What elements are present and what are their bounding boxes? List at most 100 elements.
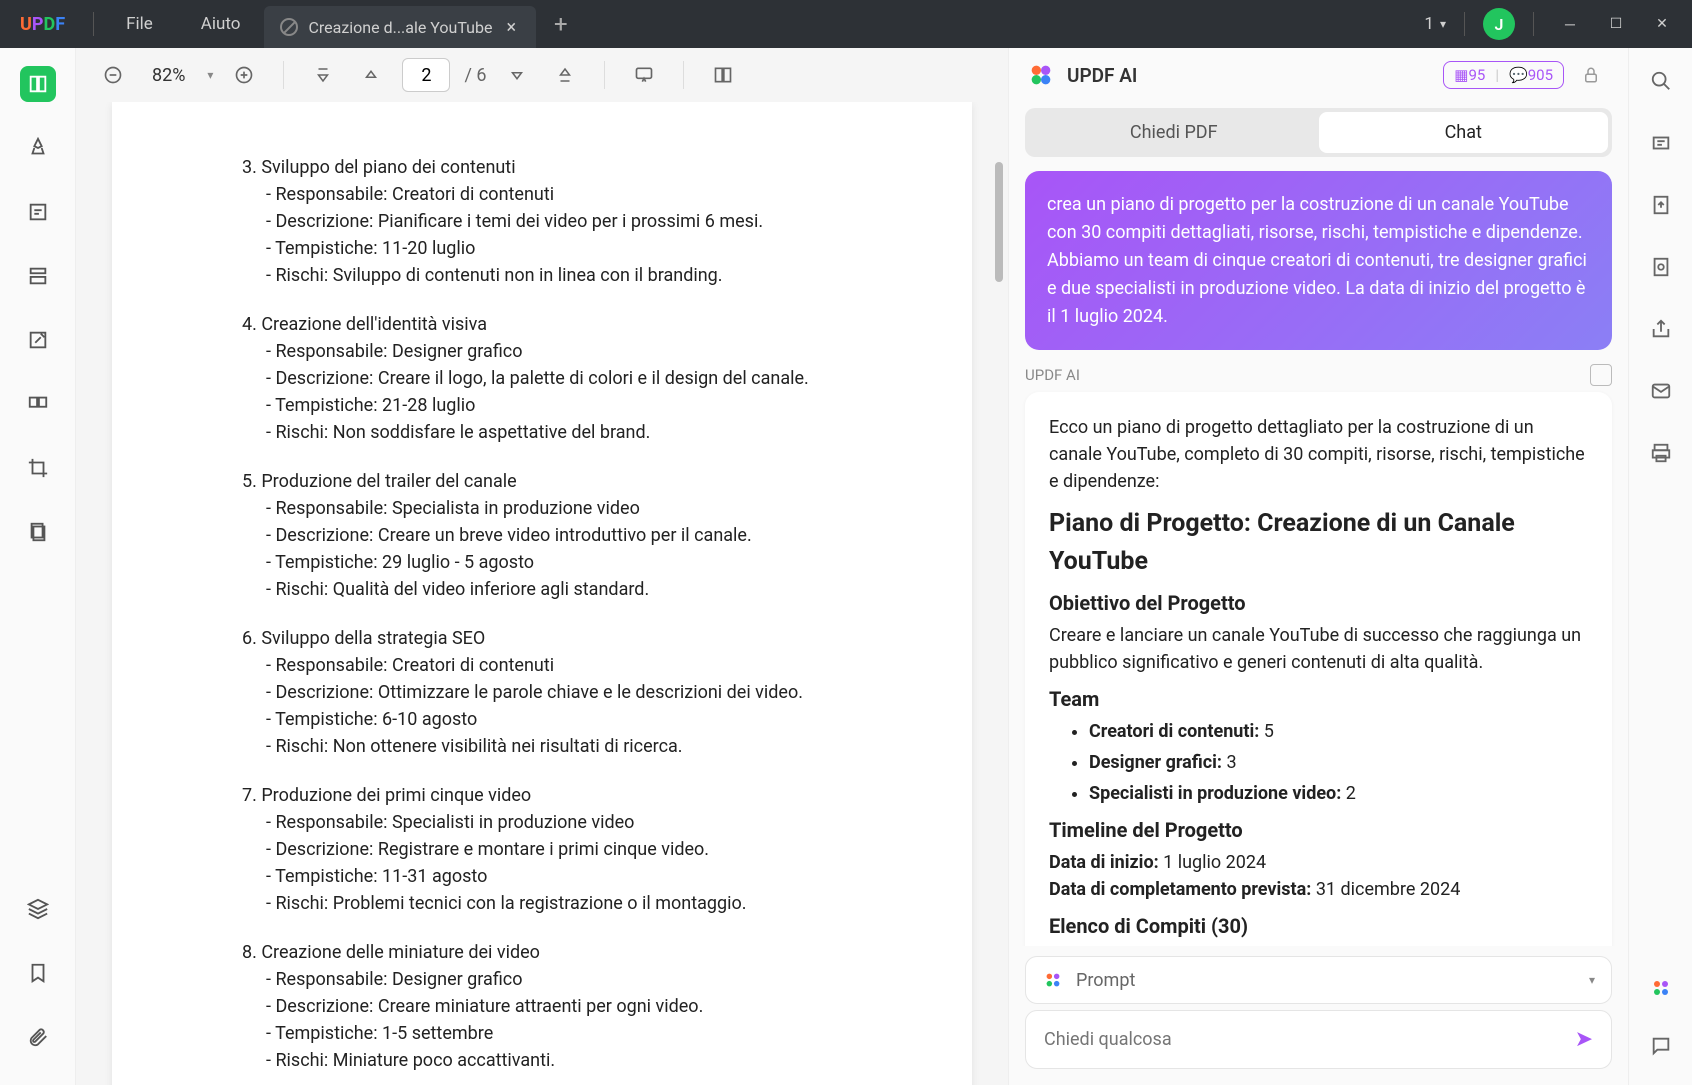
maximize-button[interactable]: ☐	[1598, 6, 1634, 42]
task-line: - Responsabile: Designer grafico	[266, 966, 922, 993]
document-area: 82% ▾ / 6 3. Sviluppo del piano dei cont…	[76, 48, 1008, 1085]
right-sidebar	[1628, 48, 1692, 1085]
ai-panel: UPDF AI ▦95 | 💬905 Chiedi PDF Chat crea …	[1008, 48, 1628, 1085]
print-icon[interactable]	[1646, 438, 1676, 468]
next-page-icon[interactable]	[500, 58, 534, 92]
ai-tl-start: Data di inizio: 1 luglio 2024	[1049, 849, 1588, 876]
task-line: - Tempistiche: 11-31 agosto	[266, 863, 922, 890]
document-viewport[interactable]: 3. Sviluppo del piano dei contenuti- Res…	[76, 102, 1008, 1085]
task-line: - Responsabile: Creatori di contenuti	[266, 652, 922, 679]
task-line: - Rischi: Miniature poco accattivanti.	[266, 1047, 922, 1074]
task-line: - Responsabile: Creatori di contenuti	[266, 181, 922, 208]
ai-tl-end: Data di completamento prevista: 31 dicem…	[1049, 876, 1588, 903]
zoom-in-icon[interactable]	[227, 58, 261, 92]
updf-ai-logo-icon	[1027, 61, 1055, 89]
window-count[interactable]: 1▾	[1424, 14, 1446, 34]
crop-icon[interactable]	[20, 450, 56, 486]
chat-scroll[interactable]: crea un piano di progetto per la costruz…	[1009, 163, 1628, 946]
user-message: crea un piano di progetto per la costruz…	[1025, 171, 1612, 350]
zoom-dropdown-icon[interactable]: ▾	[207, 68, 213, 82]
page-total: / 6	[464, 65, 486, 86]
ai-h2: Piano di Progetto: Creazione di un Canal…	[1049, 505, 1588, 580]
close-button[interactable]: ✕	[1644, 6, 1680, 42]
divider	[1533, 12, 1534, 36]
menu-file[interactable]: File	[102, 14, 177, 34]
pdf-page: 3. Sviluppo del piano dei contenuti- Res…	[112, 102, 972, 1085]
prev-page-icon[interactable]	[354, 58, 388, 92]
chat-input[interactable]	[1044, 1029, 1575, 1050]
ai-toggle-icon[interactable]	[1646, 973, 1676, 1003]
team-item: Specialisti in produzione video: 2	[1089, 780, 1588, 807]
convert-icon[interactable]	[1646, 190, 1676, 220]
divider	[1464, 12, 1465, 36]
bookmark-icon[interactable]	[20, 955, 56, 991]
page-input[interactable]	[402, 58, 450, 92]
ai-title: UPDF AI	[1067, 64, 1137, 87]
prompt-selector[interactable]: Prompt ▾	[1025, 956, 1612, 1004]
menu-help[interactable]: Aiuto	[177, 14, 265, 34]
ai-obj-p: Creare e lanciare un canale YouTube di s…	[1049, 622, 1588, 676]
task-title: 3. Sviluppo del piano dei contenuti	[242, 154, 922, 181]
copy-icon[interactable]	[1590, 364, 1612, 386]
page-layout-icon[interactable]	[706, 58, 740, 92]
ai-tasks-h: Elenco di Compiti (30)	[1049, 911, 1588, 941]
compress-icon[interactable]	[20, 514, 56, 550]
task-title: 5. Produzione del trailer del canale	[242, 468, 922, 495]
zoom-out-icon[interactable]	[96, 58, 130, 92]
task-line: - Rischi: Non ottenere visibilità nei ri…	[266, 733, 922, 760]
toolbar: 82% ▾ / 6	[76, 48, 1008, 102]
last-page-icon[interactable]	[548, 58, 582, 92]
ai-intro: Ecco un piano di progetto dettagliato pe…	[1049, 414, 1588, 495]
task-line: - Rischi: Qualità del video inferiore ag…	[266, 576, 922, 603]
search-icon[interactable]	[1646, 66, 1676, 96]
task-title: 8. Creazione delle miniature dei video	[242, 939, 922, 966]
left-sidebar	[0, 48, 76, 1085]
first-page-icon[interactable]	[306, 58, 340, 92]
add-tab-button[interactable]: +	[536, 10, 586, 38]
presentation-icon[interactable]	[627, 58, 661, 92]
tab-doc-icon	[280, 18, 298, 36]
prompt-logo-icon	[1042, 969, 1064, 991]
edit-text-icon[interactable]	[20, 194, 56, 230]
task-line: - Rischi: Problemi tecnici con la regist…	[266, 890, 922, 917]
task-title: 4. Creazione dell'identità visiva	[242, 311, 922, 338]
task-line: - Descrizione: Creare il logo, la palett…	[266, 365, 922, 392]
task-line: - Descrizione: Creare un breve video int…	[266, 522, 922, 549]
form-icon[interactable]	[20, 258, 56, 294]
send-button[interactable]: ➤	[1575, 1027, 1593, 1052]
reader-mode-icon[interactable]	[20, 66, 56, 102]
highlight-icon[interactable]	[20, 130, 56, 166]
task-line: - Rischi: Non soddisfare le aspettative …	[266, 419, 922, 446]
tab-ask-pdf[interactable]: Chiedi PDF	[1029, 112, 1319, 153]
signature-icon[interactable]	[20, 322, 56, 358]
lock-icon[interactable]	[1572, 66, 1610, 84]
ai-message: Ecco un piano di progetto dettagliato pe…	[1025, 392, 1612, 946]
share-icon[interactable]	[1646, 314, 1676, 344]
divider	[604, 61, 605, 89]
task-line: - Responsabile: Designer grafico	[266, 338, 922, 365]
document-tab[interactable]: Creazione d...ale YouTube ×	[264, 6, 536, 48]
zoom-level[interactable]: 82%	[144, 65, 193, 86]
task-line: - Descrizione: Pianificare i temi dei vi…	[266, 208, 922, 235]
layers-icon[interactable]	[20, 891, 56, 927]
task-line: - Responsabile: Specialisti in produzion…	[266, 809, 922, 836]
user-avatar[interactable]: J	[1483, 8, 1515, 40]
scrollbar-thumb[interactable]	[995, 162, 1003, 282]
email-icon[interactable]	[1646, 376, 1676, 406]
organize-icon[interactable]	[20, 386, 56, 422]
tab-chat[interactable]: Chat	[1319, 112, 1609, 153]
divider	[683, 61, 684, 89]
prompt-label: Prompt	[1076, 970, 1135, 991]
attachment-icon[interactable]	[20, 1019, 56, 1055]
app-logo: UPDF	[0, 14, 85, 35]
tab-close-icon[interactable]: ×	[502, 17, 520, 38]
team-item: Creatori di contenuti: 5	[1089, 718, 1588, 745]
credits-badge[interactable]: ▦95 | 💬905	[1443, 61, 1564, 89]
task-title: 6. Sviluppo della strategia SEO	[242, 625, 922, 652]
ocr-icon[interactable]	[1646, 128, 1676, 158]
task-line: - Descrizione: Registrare e montare i pr…	[266, 836, 922, 863]
comment-icon[interactable]	[1646, 1031, 1676, 1061]
protect-icon[interactable]	[1646, 252, 1676, 282]
task-line: - Tempistiche: 11-20 luglio	[266, 235, 922, 262]
minimize-button[interactable]: ─	[1552, 6, 1588, 42]
